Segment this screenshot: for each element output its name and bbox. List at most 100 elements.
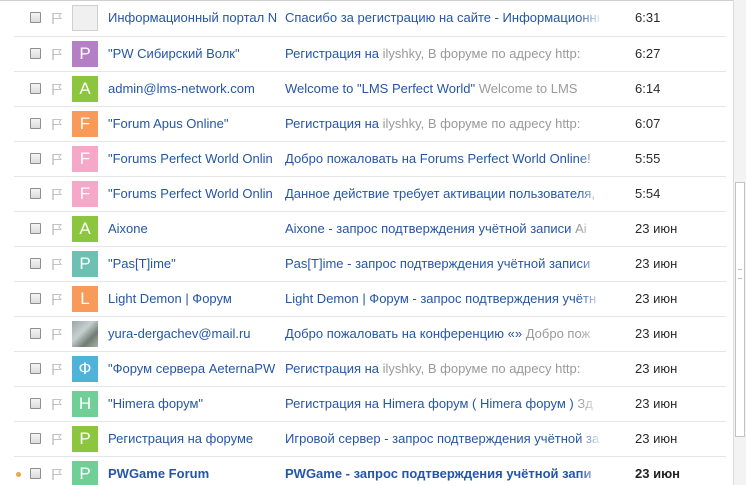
message-row[interactable]: P "PW Сибирский Волк" Регистрация на ily…: [14, 37, 726, 72]
select-checkbox[interactable]: [30, 258, 41, 269]
sender-avatar: Ф: [72, 356, 98, 382]
vertical-scrollbar[interactable]: [733, 0, 746, 485]
message-row[interactable]: Ф "Форум сервера AeternaPW Регистрация н…: [14, 352, 726, 387]
sender-name[interactable]: "Himera форум": [108, 387, 284, 421]
sender-name[interactable]: "Форум сервера AeternaPW: [108, 352, 284, 386]
select-checkbox[interactable]: [30, 433, 41, 444]
flag-icon[interactable]: [51, 468, 63, 481]
sender-name[interactable]: PWGame Forum: [108, 457, 284, 485]
sender-name[interactable]: Регистрация на форуме: [108, 422, 284, 456]
sender-name[interactable]: Информационный портал N: [108, 1, 284, 35]
message-subject[interactable]: PWGame - запрос подтверждения учётной за…: [285, 457, 599, 485]
message-subject[interactable]: Регистрация на ilyshky, В форуме по адре…: [285, 352, 599, 386]
sender-name[interactable]: "Pas[T]ime": [108, 247, 284, 281]
sender-name[interactable]: Aixone: [108, 212, 284, 246]
message-list: Информационный портал N Спасибо за регис…: [0, 0, 733, 485]
flag-icon[interactable]: [51, 398, 63, 411]
flag-icon[interactable]: [51, 258, 63, 271]
subject-fade: [579, 387, 603, 421]
snippet-text: ilyshky, В форуме по адресу http:: [379, 46, 581, 61]
select-checkbox[interactable]: [30, 223, 41, 234]
message-subject[interactable]: Добро пожаловать на Forums Perfect World…: [285, 142, 599, 176]
sender-name[interactable]: "Forums Perfect World Onlin: [108, 177, 284, 211]
message-row[interactable]: P Регистрация на форуме Игровой сервер -…: [14, 422, 726, 457]
message-row[interactable]: A admin@lms-network.com Welcome to "LMS …: [14, 72, 726, 107]
message-row[interactable]: Информационный портал N Спасибо за регис…: [14, 1, 726, 37]
sender-avatar: [72, 321, 98, 347]
flag-icon[interactable]: [51, 118, 63, 131]
message-subject[interactable]: Игровой сервер - запрос подтверждения уч…: [285, 422, 599, 456]
subject-text: Добро пожаловать на Forums Perfect World…: [285, 151, 591, 166]
message-subject[interactable]: Aixone - запрос подтверждения учётной за…: [285, 212, 599, 246]
message-time: 23 июн: [635, 361, 678, 376]
sender-name[interactable]: Light Demon | Форум: [108, 282, 284, 316]
message-subject[interactable]: Данное действие требует активации пользо…: [285, 177, 599, 211]
message-subject[interactable]: Добро пожаловать на конференцию «» Добро…: [285, 317, 599, 351]
select-checkbox[interactable]: [30, 12, 41, 23]
sender-name[interactable]: admin@lms-network.com: [108, 72, 284, 106]
sender-name[interactable]: "Forums Perfect World Onlin: [108, 142, 284, 176]
message-time: 23 июн: [635, 431, 678, 446]
flag-icon[interactable]: [51, 433, 63, 446]
select-checkbox[interactable]: [30, 468, 41, 479]
flag-icon[interactable]: [51, 48, 63, 61]
message-row[interactable]: F "Forums Perfect World Onlin Данное дей…: [14, 177, 726, 212]
subject-fade: [579, 457, 603, 485]
message-subject[interactable]: Регистрация на ilyshky, В форуме по адре…: [285, 37, 599, 71]
flag-icon[interactable]: [51, 293, 63, 306]
message-time: 23 июн: [635, 291, 678, 306]
message-row[interactable]: F "Forums Perfect World Onlin Добро пожа…: [14, 142, 726, 177]
scrollbar-thumb[interactable]: [735, 182, 745, 437]
message-row[interactable]: P PWGame Forum PWGame - запрос подтвержд…: [14, 457, 726, 485]
message-row[interactable]: P "Pas[T]ime" Pas[T]ime - запрос подтвер…: [14, 247, 726, 282]
sender-avatar: F: [72, 146, 98, 172]
flag-icon[interactable]: [51, 153, 63, 166]
flag-icon[interactable]: [51, 328, 63, 341]
sender-name[interactable]: "PW Сибирский Волк": [108, 37, 284, 71]
message-subject[interactable]: Light Demon | Форум - запрос подтвержден…: [285, 282, 599, 316]
sender-name[interactable]: "Forum Apus Online": [108, 107, 284, 141]
message-row[interactable]: F "Forum Apus Online" Регистрация на ily…: [14, 107, 726, 142]
message-subject[interactable]: Welcome to "LMS Perfect World" Welcome t…: [285, 72, 599, 106]
select-checkbox[interactable]: [30, 293, 41, 304]
message-subject[interactable]: Спасибо за регистрацию на сайте - Информ…: [285, 1, 599, 35]
message-subject[interactable]: Регистрация на Himera форум ( Himera фор…: [285, 387, 599, 421]
select-checkbox[interactable]: [30, 363, 41, 374]
subject-text: Регистрация на: [285, 116, 380, 131]
select-checkbox[interactable]: [30, 398, 41, 409]
snippet-text: Welcome to LMS: [475, 81, 578, 96]
subject-text: Добро пожаловать на конференцию «»: [285, 326, 523, 341]
grip-icon: [738, 269, 742, 279]
message-time: 6:31: [635, 10, 661, 25]
select-checkbox[interactable]: [30, 153, 41, 164]
message-row[interactable]: L Light Demon | Форум Light Demon | Фору…: [14, 282, 726, 317]
subject-text: Welcome to "LMS Perfect World": [285, 81, 476, 96]
snippet-text: ilyshky, В форуме по адресу http:: [379, 361, 581, 376]
message-row[interactable]: H "Himera форум" Регистрация на Himera ф…: [14, 387, 726, 422]
message-subject[interactable]: Регистрация на ilyshky, В форуме по адре…: [285, 107, 599, 141]
sender-avatar: F: [72, 181, 98, 207]
flag-icon[interactable]: [51, 83, 63, 96]
flag-icon[interactable]: [51, 12, 63, 25]
message-row[interactable]: yura-dergachev@mail.ru Добро пожаловать …: [14, 317, 726, 352]
message-time: 23 июн: [635, 396, 678, 411]
select-checkbox[interactable]: [30, 83, 41, 94]
message-subject[interactable]: Pas[T]ime - запрос подтверждения учётной…: [285, 247, 599, 281]
message-time: 5:55: [635, 151, 661, 166]
flag-icon[interactable]: [51, 188, 63, 201]
sender-avatar: P: [72, 41, 98, 67]
flag-icon[interactable]: [51, 363, 63, 376]
select-checkbox[interactable]: [30, 118, 41, 129]
message-time: 6:07: [635, 116, 661, 131]
subject-text: Pas[T]ime - запрос подтверждения учётной…: [285, 256, 591, 271]
sender-name[interactable]: yura-dergachev@mail.ru: [108, 317, 284, 351]
flag-icon[interactable]: [51, 223, 63, 236]
select-checkbox[interactable]: [30, 48, 41, 59]
sender-avatar: [72, 5, 98, 31]
subject-fade: [579, 177, 603, 211]
message-time: 23 июн: [635, 256, 678, 271]
select-checkbox[interactable]: [30, 188, 41, 199]
subject-text: PWGame - запрос подтверждения учётной за…: [285, 466, 592, 481]
select-checkbox[interactable]: [30, 328, 41, 339]
message-row[interactable]: A Aixone Aixone - запрос подтверждения у…: [14, 212, 726, 247]
